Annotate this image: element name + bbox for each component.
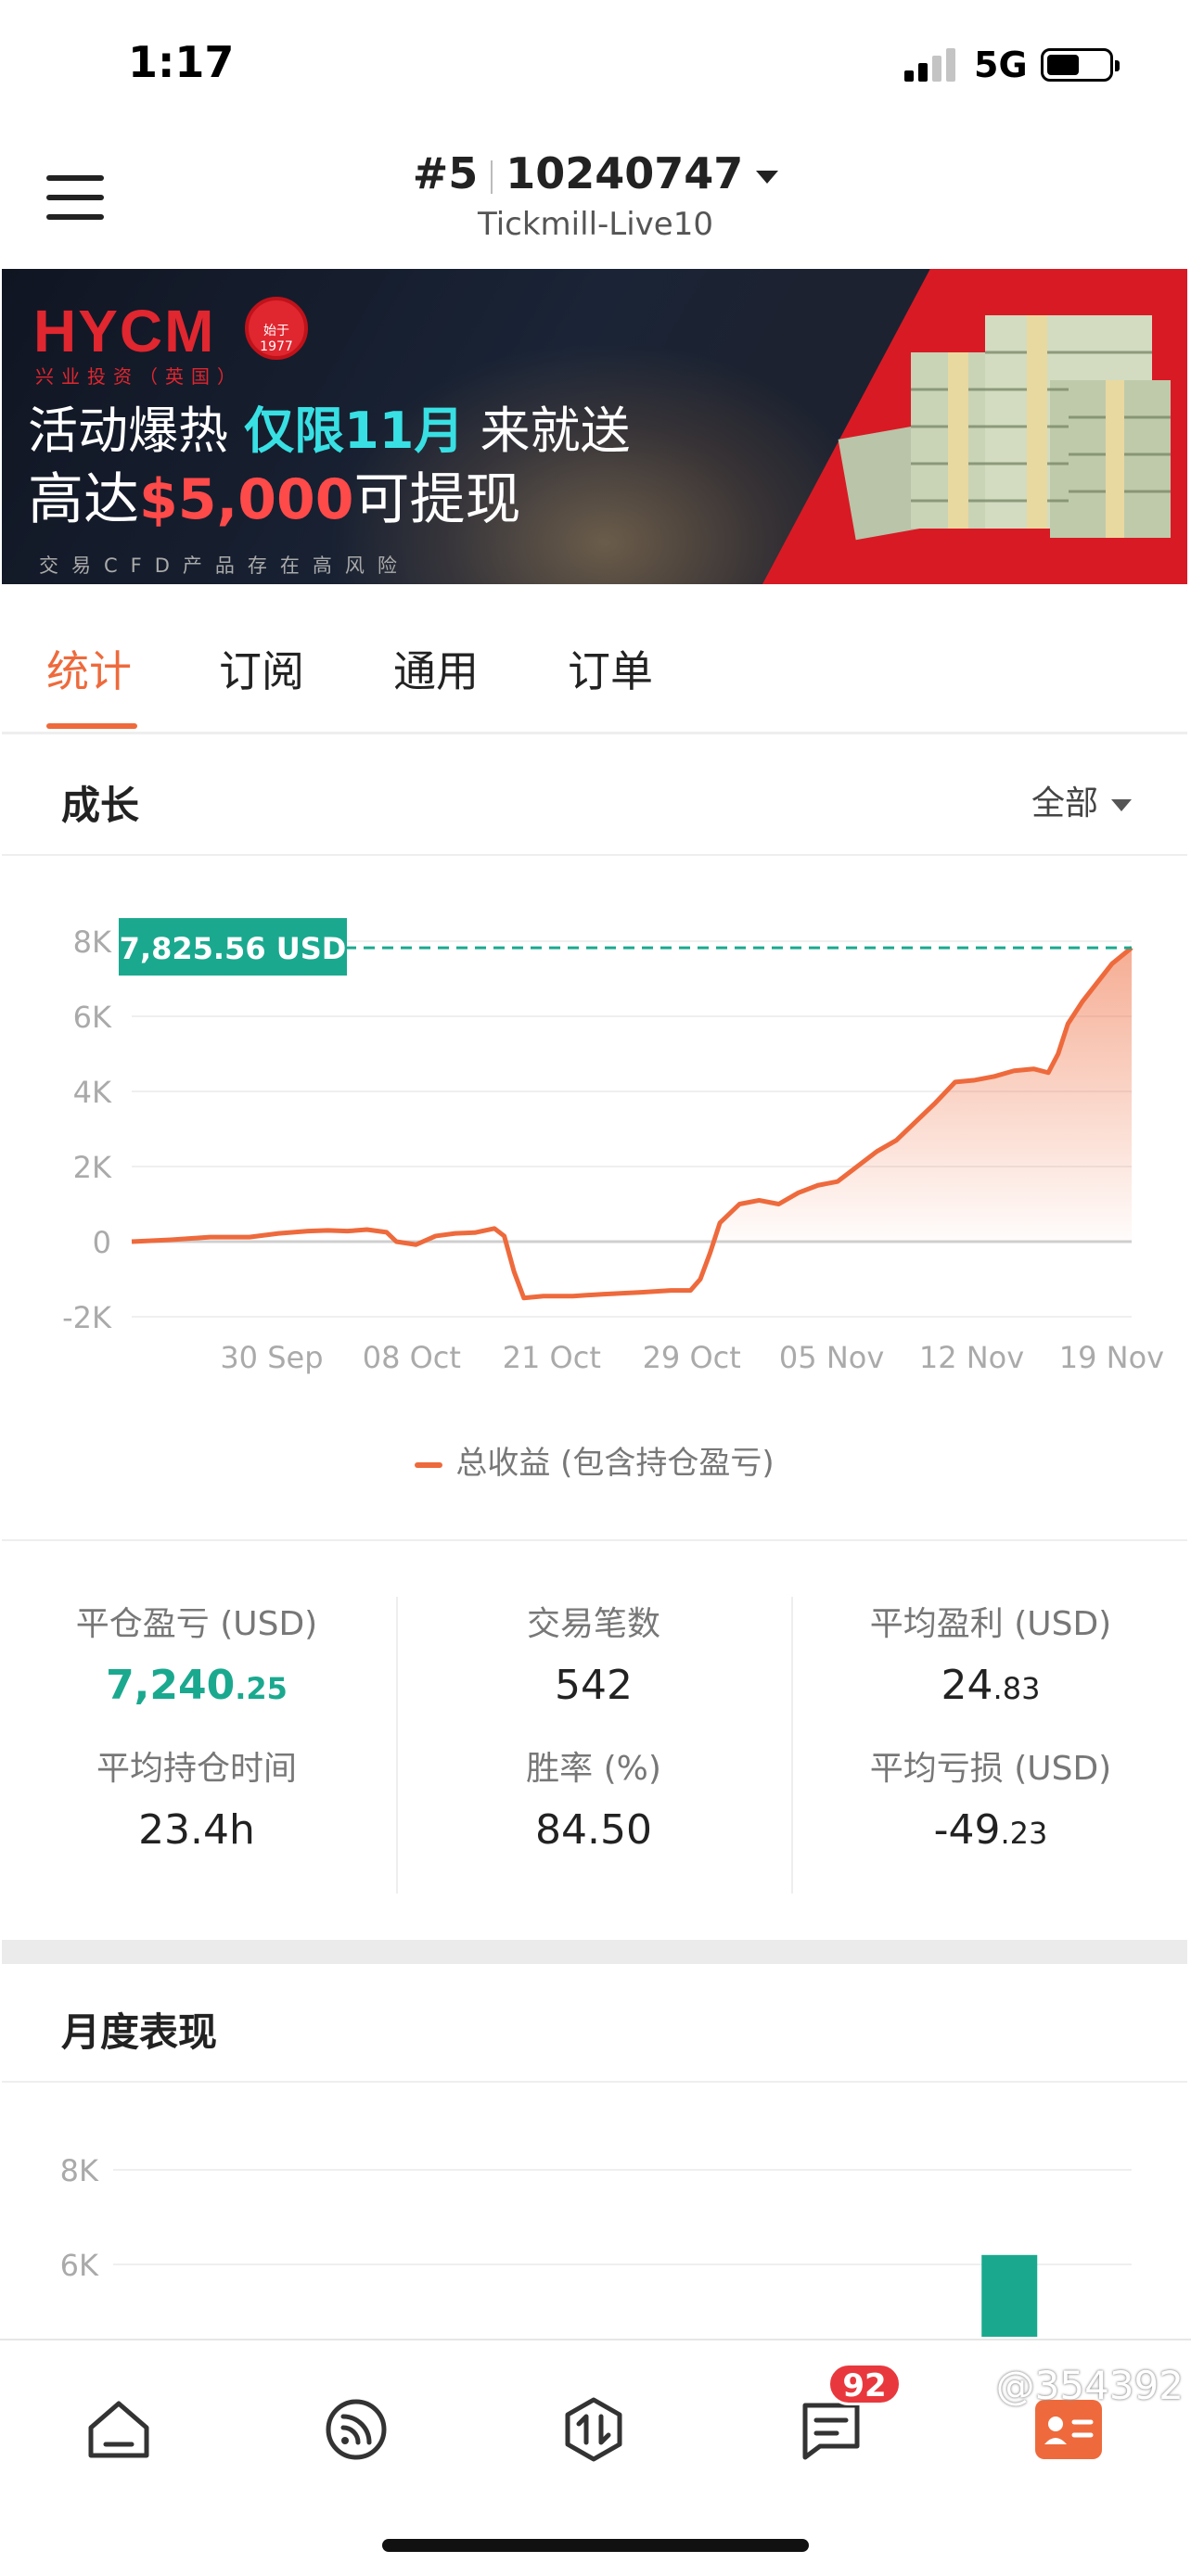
y-tick-label: 0 (93, 1225, 111, 1260)
stat-value-dec: .25 (235, 1671, 288, 1706)
bar (981, 2254, 1038, 2337)
y-tick-label: 6K (73, 1000, 112, 1035)
watermark: @354392 (995, 2363, 1184, 2408)
promo-line-2-c: 可提现 (353, 467, 521, 532)
caret-down-icon (1111, 798, 1132, 811)
server-name: Tickmill-Live10 (478, 206, 713, 243)
promo-line-1-c: 来就送 (464, 402, 631, 460)
stat-value: 84.50 (535, 1806, 652, 1854)
stat-value: -49.23 (796, 1806, 1185, 1854)
stat-value-dec: .83 (992, 1671, 1041, 1706)
tab-subscribe[interactable]: 订阅 (219, 638, 304, 699)
brand-seal-icon: 始于1977 (245, 297, 308, 360)
stat-value: 542 (555, 1662, 633, 1709)
x-tick-label: 29 Oct (643, 1340, 741, 1375)
current-value-label: 7,825.56 USD (120, 931, 347, 966)
x-tick-label: 21 Oct (503, 1340, 601, 1375)
brand-logo: HYCM (33, 298, 216, 364)
stat-label: 胜率 (%) (526, 1750, 661, 1788)
stat-value: 23.4h (138, 1806, 255, 1854)
tab-statistics[interactable]: 统计 (46, 638, 132, 699)
x-tick-label: 08 Oct (363, 1340, 461, 1375)
separator (491, 159, 493, 194)
stat-label: 平均持仓时间 (96, 1750, 297, 1788)
y-tick-label: 8K (60, 2153, 99, 2188)
range-selector[interactable]: 全部 (1031, 776, 1132, 824)
x-tick-label: 19 Nov (1059, 1340, 1164, 1375)
status-time: 1:17 (128, 37, 235, 87)
monthly-chart: 8K 6K (2, 2086, 1187, 2337)
stats-panel: 平仓盈亏 (USD) 7,240.25 交易笔数 542 平均盈利 (USD) … (2, 1541, 1187, 1940)
stat-win-rate: 胜率 (%) 84.50 (399, 1741, 788, 1854)
stat-value-dec: .23 (1000, 1816, 1048, 1851)
y-tick-label: 2K (73, 1150, 112, 1185)
tab-bar: 统计 订阅 通用 订单 (2, 586, 1187, 734)
stat-value: 24.83 (796, 1662, 1185, 1709)
y-tick-label: -2K (62, 1300, 112, 1335)
x-tick-label: 30 Sep (220, 1340, 323, 1375)
caret-down-icon (756, 170, 779, 184)
stat-closed-pl: 平仓盈亏 (USD) 7,240.25 (2, 1597, 391, 1709)
promo-line-2: 高达$5,000可提现 (28, 454, 521, 535)
trade-icon[interactable] (557, 2392, 631, 2467)
range-label: 全部 (1031, 784, 1098, 823)
monthly-header: 月度表现 (2, 1964, 1187, 2083)
y-tick-label: 8K (73, 925, 112, 960)
growth-chart: 8K 6K 4K 2K 0 -2K 30 Sep 08 Oct 21 Oct 29 Oct 05 N… (2, 862, 1187, 1539)
stat-label: 平均盈利 (USD) (869, 1605, 1112, 1643)
divider (396, 1597, 398, 1894)
app-header: #5 10240747 Tickmill-Live10 (0, 130, 1191, 267)
stat-avg-loss: 平均亏损 (USD) -49.23 (796, 1741, 1185, 1854)
risk-warning: 交易CFD产品存在高风险 (39, 555, 410, 577)
x-tick-label: 12 Nov (919, 1340, 1024, 1375)
battery-icon (1041, 48, 1120, 82)
promo-line-1-highlight: 仅限11月 (244, 402, 465, 460)
seal-text: 始于1977 (260, 324, 293, 354)
series-area (720, 948, 1132, 1242)
monthly-title: 月度表现 (61, 2009, 218, 2055)
growth-chart-svg: 8K 6K 4K 2K 0 -2K 30 Sep 08 Oct 21 Oct 29 Oct 05 N… (62, 918, 1164, 1375)
promo-line-1-a: 活动爆热 (28, 402, 245, 460)
stat-value-int: -49 (933, 1806, 1001, 1854)
tab-general[interactable]: 通用 (393, 638, 479, 699)
legend-swatch (415, 1461, 443, 1468)
section-gap (2, 1940, 1187, 1964)
brand-subtitle: 兴业投资（英国） (35, 365, 243, 388)
promo-banner[interactable]: HYCM 兴业投资（英国） 始于1977 活动爆热 仅限11月 来就送 高达$5… (2, 269, 1187, 584)
notification-badge: 92 (827, 2363, 902, 2405)
divider (791, 1597, 793, 1894)
legend-label: 总收益 (包含持仓盈亏) (455, 1445, 775, 1482)
home-indicator[interactable] (382, 2539, 809, 2552)
stat-label: 平均亏损 (USD) (869, 1750, 1112, 1788)
stat-label: 交易笔数 (526, 1605, 660, 1643)
account-selector[interactable]: #5 10240747 (0, 148, 1191, 198)
promo-amount: $5,000 (139, 467, 354, 532)
feed-icon[interactable] (319, 2392, 393, 2467)
network-type: 5G (974, 45, 1028, 85)
account-number: #5 (412, 148, 479, 198)
cash-stack-image (838, 315, 1171, 541)
tab-orders[interactable]: 订单 (568, 638, 653, 699)
x-tick-label: 05 Nov (779, 1340, 884, 1375)
stat-trades: 交易笔数 542 (399, 1597, 788, 1709)
y-tick-label: 6K (60, 2248, 99, 2283)
account-id: 10240747 (506, 148, 744, 198)
growth-title: 成长 (61, 783, 140, 828)
promo-line-2-a: 高达 (28, 467, 139, 532)
growth-header: 成长 全部 (2, 737, 1187, 856)
active-tab-indicator (46, 723, 137, 729)
chart-legend: 总收益 (包含持仓盈亏) (2, 1437, 1187, 1483)
stat-avg-profit: 平均盈利 (USD) 24.83 (796, 1597, 1185, 1709)
stat-label: 平仓盈亏 (USD) (75, 1605, 318, 1643)
monthly-chart-svg: 8K 6K (60, 2153, 1132, 2337)
stat-avg-hold: 平均持仓时间 23.4h (2, 1741, 391, 1854)
status-bar: 1:17 5G (0, 0, 1191, 130)
stat-value: 7,240.25 (2, 1662, 391, 1709)
stat-value-int: 7,240 (106, 1662, 236, 1709)
promo-line-1: 活动爆热 仅限11月 来就送 (28, 389, 631, 463)
cellular-signal-icon (904, 46, 956, 82)
home-icon[interactable] (82, 2392, 156, 2467)
y-tick-label: 4K (73, 1075, 112, 1110)
stat-value-int: 24 (941, 1662, 993, 1709)
